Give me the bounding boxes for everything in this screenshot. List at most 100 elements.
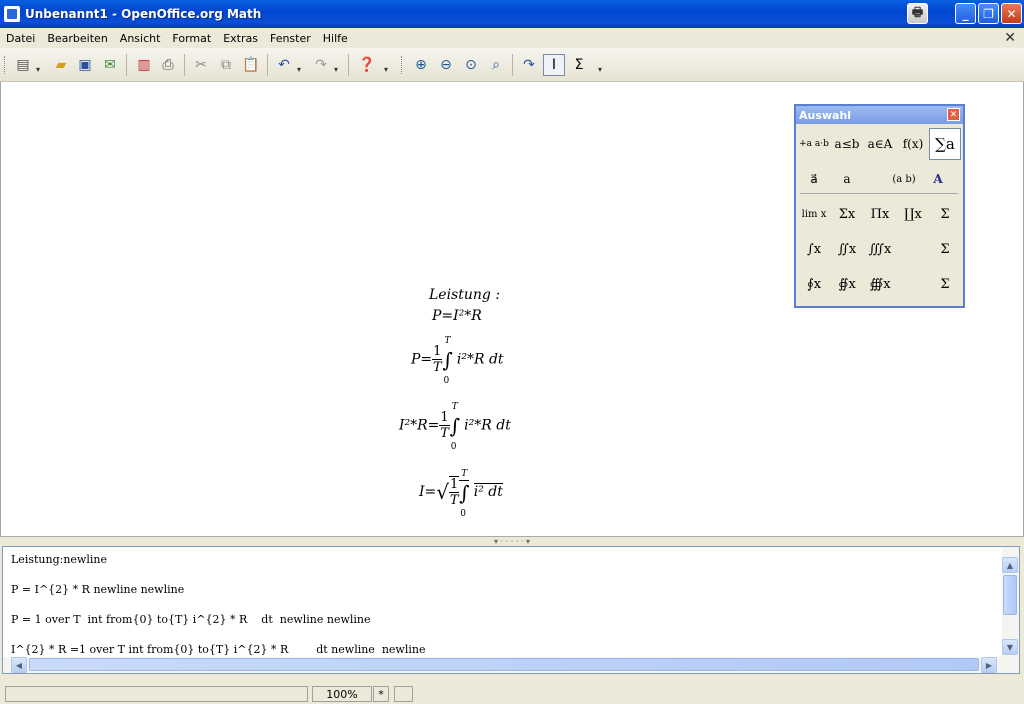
menu-format[interactable]: Format: [166, 32, 217, 45]
formula-3-den: T: [440, 426, 449, 441]
formula-leistung: Leistung :: [429, 287, 501, 303]
print-icon[interactable]: ⎙: [157, 54, 179, 76]
others-icon[interactable]: a: [831, 163, 863, 195]
undo-dropdown-icon[interactable]: ▾: [297, 56, 305, 74]
toolbar-grip[interactable]: [4, 56, 7, 74]
status-box: [394, 686, 413, 702]
menu-extras[interactable]: Extras: [217, 32, 264, 45]
menu-hilfe[interactable]: Hilfe: [317, 32, 354, 45]
integral-upper: T: [451, 401, 458, 412]
sym-coproduct[interactable]: ∐x: [897, 198, 929, 230]
sym-sum[interactable]: Σx: [831, 198, 863, 230]
scroll-right-icon[interactable]: ▶: [981, 657, 997, 673]
integral-sign: ∫ T 0: [442, 335, 453, 386]
modified-indicator: *: [373, 686, 389, 702]
zoom-100-icon[interactable]: ⊙: [460, 54, 482, 76]
print-preview-icon[interactable]: 🖶: [907, 3, 928, 24]
toolbar-separator: [126, 54, 127, 76]
toolbar-separator: [512, 54, 513, 76]
minimize-button[interactable]: _: [955, 3, 976, 24]
vertical-scrollbar[interactable]: ▲ ▼: [1002, 547, 1019, 657]
zoom-in-icon[interactable]: ⊕: [410, 54, 432, 76]
formula-4-right: i² dt: [473, 483, 503, 500]
undo-icon[interactable]: ↶: [273, 54, 295, 76]
sym-double-integral[interactable]: ∬x: [831, 233, 863, 265]
splitter[interactable]: ▾ · · · · · ▾: [0, 536, 1024, 546]
selection-window-header[interactable]: Auswahl ✕: [796, 106, 963, 124]
set-operations-icon[interactable]: a∈A: [864, 128, 896, 160]
close-button[interactable]: ✕: [1001, 3, 1022, 24]
paste-icon[interactable]: 📋: [240, 54, 262, 76]
horizontal-scrollbar[interactable]: ◀ ▶: [3, 657, 1019, 673]
sym-contour-integral[interactable]: ∮x: [798, 268, 830, 300]
operators-icon[interactable]: ∑a: [929, 128, 961, 160]
sym-sum-limits[interactable]: Σ: [929, 198, 961, 230]
app-icon: [4, 6, 20, 22]
scroll-left-icon[interactable]: ◀: [11, 657, 27, 673]
redo-icon[interactable]: ↷: [310, 54, 332, 76]
command-line: I^{2} * R =1 over T int from{0} to{T} i^…: [11, 643, 426, 656]
toolbar-more-icon[interactable]: ▾: [598, 56, 606, 74]
new-dropdown-icon[interactable]: ▾: [36, 56, 44, 74]
formula-3-right: i²*R dt: [464, 417, 511, 434]
vertical-scroll-thumb[interactable]: [1003, 575, 1017, 615]
sqrt-sign: √: [436, 480, 450, 504]
standard-toolbar: ▤ ▾ ▰ ▣ ✉ ▥ ⎙ ✂ ⧉ 📋 ↶ ▾ ↷ ▾ ❓ ▾ ⊕ ⊖ ⊙ ⌕ …: [0, 48, 1024, 82]
copy-icon[interactable]: ⧉: [215, 54, 237, 76]
formula-4: I=√ 1 T ∫ T 0 i² dt: [419, 469, 503, 519]
relations-icon[interactable]: a≤b: [831, 128, 863, 160]
toolbar-separator: [348, 54, 349, 76]
sym-volume-integral[interactable]: ∰x: [864, 268, 896, 300]
menu-fenster[interactable]: Fenster: [264, 32, 317, 45]
cut-icon[interactable]: ✂: [190, 54, 212, 76]
brackets-icon[interactable]: (a b): [888, 163, 920, 195]
integral-lower: 0: [443, 375, 450, 386]
help-dropdown-icon[interactable]: ▾: [384, 56, 392, 74]
selection-divider: [800, 193, 958, 194]
selection-sigma-icon[interactable]: Σ: [568, 54, 590, 76]
command-line: P = I^{2} * R newline newline: [11, 583, 185, 596]
new-document-icon[interactable]: ▤: [12, 54, 34, 76]
scroll-up-icon[interactable]: ▲: [1002, 557, 1018, 573]
toolbar-separator: [184, 54, 185, 76]
formula-3: I²*R= 1 T ∫ T 0 i²*R dt: [399, 401, 511, 452]
selection-window: Auswahl ✕ +a a·b a≤b a∈A f(x) ∑a a⃗ a (a…: [794, 104, 965, 308]
menu-datei[interactable]: Datei: [0, 32, 41, 45]
unary-binary-operators-icon[interactable]: +a a·b: [798, 128, 830, 160]
sym-sum-lower[interactable]: Σ: [929, 233, 961, 265]
formats-icon[interactable]: A: [922, 163, 954, 195]
save-icon[interactable]: ▣: [74, 54, 96, 76]
zoom-level[interactable]: 100%: [312, 686, 372, 702]
sym-integral[interactable]: ∫x: [798, 233, 830, 265]
integral-sign: ∫ T 0: [449, 401, 461, 452]
sym-surface-integral[interactable]: ∯x: [831, 268, 863, 300]
menu-ansicht[interactable]: Ansicht: [114, 32, 167, 45]
command-editor[interactable]: Leistung:newline P = I^{2} * R newline n…: [2, 546, 1020, 674]
export-pdf-icon[interactable]: ▥: [133, 54, 155, 76]
scroll-down-icon[interactable]: ▼: [1002, 639, 1018, 655]
formula-cursor-icon[interactable]: I: [543, 54, 565, 76]
redo-dropdown-icon[interactable]: ▾: [334, 56, 342, 74]
horizontal-scroll-thumb[interactable]: [29, 658, 979, 671]
update-icon[interactable]: ↷: [518, 54, 540, 76]
mail-icon[interactable]: ✉: [99, 54, 121, 76]
maximize-button[interactable]: ❐: [978, 3, 999, 24]
close-document-icon[interactable]: ✕: [1004, 30, 1016, 46]
zoom-icon[interactable]: ⌕: [485, 54, 507, 76]
sym-product[interactable]: Πx: [864, 198, 896, 230]
sym-sum-upper[interactable]: Σ: [929, 268, 961, 300]
functions-icon[interactable]: f(x): [897, 128, 929, 160]
menu-bearbeiten[interactable]: Bearbeiten: [41, 32, 113, 45]
zoom-out-icon[interactable]: ⊖: [435, 54, 457, 76]
integral-upper: T: [461, 468, 468, 479]
selection-close-icon[interactable]: ✕: [947, 108, 960, 121]
sym-limit[interactable]: lim x: [798, 198, 830, 230]
window-title: Unbenannt1 - OpenOffice.org Math: [25, 7, 262, 21]
help-icon[interactable]: ❓: [356, 54, 378, 76]
toolbar-grip[interactable]: [401, 56, 404, 74]
sym-triple-integral[interactable]: ∭x: [864, 233, 896, 265]
attributes-icon[interactable]: a⃗: [798, 163, 830, 195]
open-folder-icon[interactable]: ▰: [50, 54, 72, 76]
splitter-grip[interactable]: ▾ · · · · · ▾: [494, 537, 530, 546]
command-line: Leistung:newline: [11, 553, 107, 566]
